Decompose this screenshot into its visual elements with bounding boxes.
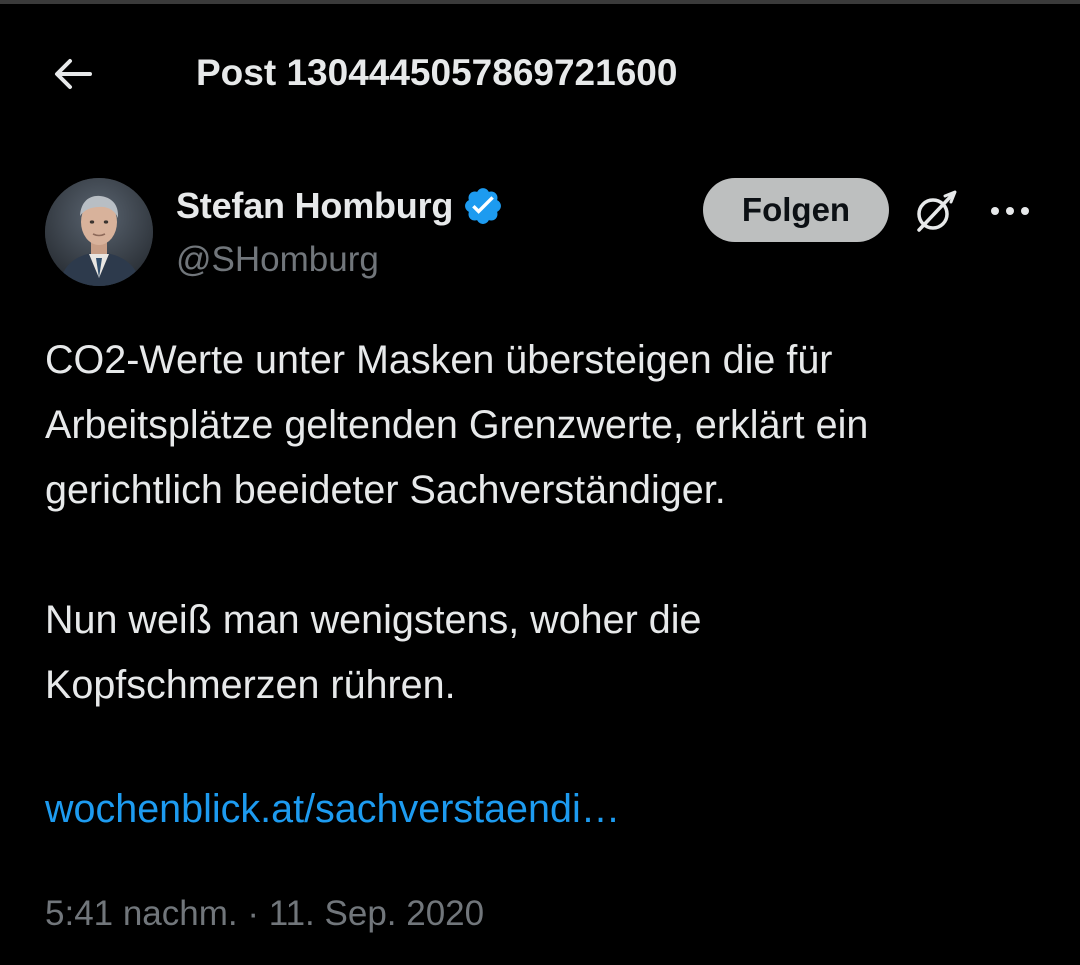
post-timestamp[interactable]: 5:41 nachm. · 11. Sep. 2020 xyxy=(45,886,484,942)
post-link[interactable]: wochenblick.at/sachverstaendi… xyxy=(45,777,620,842)
post-text-line: Kopfschmerzen rühren. xyxy=(45,663,456,707)
author-name[interactable]: Stefan Homburg xyxy=(176,185,453,227)
post-text-line: gerichtlich beeideter Sachverständiger. xyxy=(45,468,726,512)
follow-button[interactable]: Folgen xyxy=(703,178,889,242)
post-text-line: Nun weiß man wenigstens, woher die xyxy=(45,598,702,642)
back-button[interactable] xyxy=(44,50,100,98)
post-text-line: Arbeitsplätze geltenden Grenzwerte, erkl… xyxy=(45,403,869,447)
grok-button[interactable] xyxy=(905,182,965,242)
post-text-line: CO2-Werte unter Masken übersteigen die f… xyxy=(45,338,833,382)
arrow-left-icon xyxy=(55,59,92,89)
author-handle[interactable]: @SHomburg xyxy=(176,238,379,282)
author-name-row[interactable]: Stefan Homburg xyxy=(176,184,505,228)
more-options-button[interactable] xyxy=(982,186,1038,236)
grok-icon xyxy=(917,190,957,232)
avatar[interactable] xyxy=(45,178,153,286)
window-top-edge xyxy=(0,0,1080,4)
post-text: CO2-Werte unter Masken übersteigen die f… xyxy=(45,328,1045,718)
avatar-image xyxy=(45,178,153,286)
page-title: Post 1304445057869721600 xyxy=(196,52,678,93)
verified-badge-icon[interactable] xyxy=(461,184,505,228)
more-dots-icon xyxy=(991,207,1029,215)
